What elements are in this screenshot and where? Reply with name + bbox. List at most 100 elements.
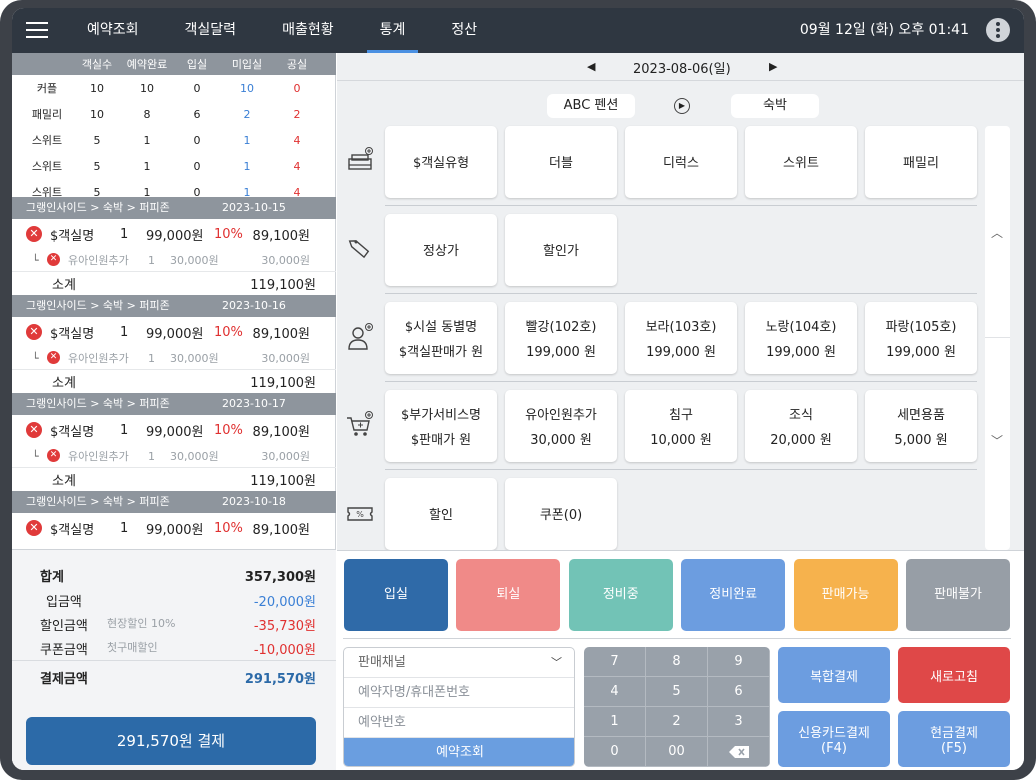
room-tile[interactable]: 파랑(105호) 199,000 원 [865, 302, 977, 374]
room-type-tile[interactable]: 스위트 [745, 126, 857, 198]
service-tile[interactable]: 세면용품 5,000 원 [865, 390, 977, 462]
summary-cell-reserved: 1 [143, 159, 151, 173]
control-area: 입실 퇴실 정비중 정비완료 판매가능 판매불가 판매채널 ﹀ 예약자명/휴대폰번호 예약… [337, 550, 1024, 770]
product-panel: ◀ 2023-08-06(일) ▶ ABC 펜션 ▶ 숙박 % $객실유형 더블… [337, 53, 1024, 550]
switch-arrow-icon[interactable]: ▶ [674, 98, 690, 114]
summary-cell-checkin: 0 [193, 185, 201, 198]
stay-type-selector[interactable]: 숙박 [731, 94, 819, 118]
chevron-down-icon: ﹀ [551, 656, 562, 669]
available-button[interactable]: 판매가능 [793, 559, 898, 631]
room-type-tile[interactable]: 디럭스 [625, 126, 737, 198]
cash-payment-button[interactable]: 현금결제 (F5) [898, 711, 1010, 767]
prev-date-icon[interactable]: ◀ [587, 60, 595, 73]
cleaning-done-button[interactable]: 정비완료 [681, 559, 786, 631]
service-tile[interactable]: 유아인원추가 30,000 원 [505, 390, 617, 462]
summary-cell-rooms: 5 [93, 185, 101, 198]
summary-cell-pending: 1 [243, 185, 251, 198]
left-panel: 객실수 예약완료 입실 미입실 공실 커플 10 10 0 10 0 패밀리 10 8 6 2 2 스위… [12, 53, 336, 770]
summary-cell-vacant: 4 [293, 159, 301, 173]
next-date-icon[interactable]: ▶ [769, 60, 777, 73]
numpad-key[interactable]: 3 [708, 707, 770, 737]
nav-room-calendar[interactable]: 객실달력 [172, 8, 250, 53]
property-selector[interactable]: ABC 펜션 [547, 94, 635, 118]
remove-icon[interactable]: ✕ [47, 449, 60, 462]
cleaning-button[interactable]: 정비중 [568, 559, 673, 631]
date-navigator: ◀ 2023-08-06(일) ▶ [337, 53, 1024, 81]
name-phone-input[interactable]: 예약자명/휴대폰번호 [344, 678, 574, 708]
numpad-key[interactable]: 7 [584, 647, 646, 677]
service-tile[interactable]: 조식 20,000 원 [745, 390, 857, 462]
room-tile[interactable]: 노랑(104호) 199,000 원 [745, 302, 857, 374]
hamburger-icon[interactable] [26, 22, 48, 38]
room-tile[interactable]: $시설 동별명 $객실판매가 원 [385, 302, 497, 374]
reservation-search-form: 판매채널 ﹀ 예약자명/휴대폰번호 예약번호 예약조회 [343, 647, 575, 767]
room-type-tile[interactable]: $객실유형 [385, 126, 497, 198]
reservation-subtotal: 소계 119,100원 [12, 271, 336, 295]
backspace-icon[interactable] [708, 737, 770, 767]
remove-icon[interactable]: ✕ [26, 324, 42, 340]
refresh-button[interactable]: 새로고침 [898, 647, 1010, 703]
checkin-button[interactable]: 입실 [344, 559, 448, 631]
nav-reservations[interactable]: 예약조회 [74, 8, 152, 53]
room-type-tile[interactable]: 패밀리 [865, 126, 977, 198]
room-tile[interactable]: 보라(103호) 199,000 원 [625, 302, 737, 374]
price-tile[interactable]: 정상가 [385, 214, 497, 286]
nav-sales[interactable]: 매출현황 [269, 8, 347, 53]
coupon-icon: % [347, 507, 373, 521]
more-vertical-icon[interactable] [986, 18, 1010, 42]
numpad-key[interactable]: 4 [584, 677, 646, 707]
numpad-key[interactable]: 6 [708, 677, 770, 707]
clock: 09월 12일 (화) 오후 01:41 [799, 22, 969, 38]
price-tag-icon [348, 240, 370, 259]
numpad-key[interactable]: 00 [646, 737, 708, 767]
remove-icon[interactable]: ✕ [26, 520, 42, 536]
bed-add-icon [348, 147, 373, 170]
summary-cell-pending: 1 [243, 133, 251, 147]
summary-cell-vacant: 4 [293, 133, 301, 147]
device-frame: 예약조회 객실달력 매출현황 통계 정산 09월 12일 (화) 오후 01:4… [0, 0, 1036, 780]
summary-cell-rooms: 10 [90, 107, 104, 121]
nav-settlement[interactable]: 정산 [438, 8, 490, 53]
unavailable-button[interactable]: 판매불가 [906, 559, 1010, 631]
summary-row: 스위트 5 1 0 1 4 [12, 153, 336, 179]
reservation-date: 2023-10-16 [222, 299, 286, 312]
numpad-key[interactable]: 8 [646, 647, 708, 677]
service-tile[interactable]: $부가서비스명 $판매가 원 [385, 390, 497, 462]
nav-statistics[interactable]: 통계 [366, 8, 419, 53]
app-screen: 예약조회 객실달력 매출현황 통계 정산 09월 12일 (화) 오후 01:4… [12, 8, 1024, 770]
numpad-key[interactable]: 1 [584, 707, 646, 737]
remove-icon[interactable]: ✕ [47, 253, 60, 266]
numpad-key[interactable]: 5 [646, 677, 708, 707]
reservation-search-button[interactable]: 예약조회 [344, 738, 574, 766]
numpad-key[interactable]: 9 [708, 647, 770, 677]
room-tile[interactable]: 빨강(102호) 199,000 원 [505, 302, 617, 374]
sales-channel-select[interactable]: 판매채널 ﹀ [344, 648, 574, 678]
scroll-down-icon[interactable]: ﹀ [991, 432, 1003, 449]
price-tile[interactable]: 할인가 [505, 214, 617, 286]
remove-icon[interactable]: ✕ [26, 422, 42, 438]
product-scrollbar[interactable]: ︿ ﹀ [985, 126, 1010, 550]
summary-row: 스위트 5 1 0 1 4 [12, 127, 336, 153]
pay-button[interactable]: 291,570원 결제 [26, 717, 316, 765]
remove-icon[interactable]: ✕ [47, 351, 60, 364]
reservation-extra-item: └ ✕ 유아인원추가 1 30,000원 30,000원 [32, 351, 310, 365]
room-summary-table: 객실수 예약완료 입실 미입실 공실 커플 10 10 0 10 0 패밀리 10 8 6 2 2 스위… [12, 53, 336, 197]
numpad-key[interactable]: 0 [584, 737, 646, 767]
remove-icon[interactable]: ✕ [26, 226, 42, 242]
summary-row: 커플 10 10 0 10 0 [12, 75, 336, 101]
reservation-number-input[interactable]: 예약번호 [344, 708, 574, 738]
discount-tile[interactable]: 할인 [385, 478, 497, 550]
summary-cell-vacant: 2 [293, 107, 301, 121]
discount-tile[interactable]: 쿠폰(0) [505, 478, 617, 550]
checkout-button[interactable]: 퇴실 [456, 559, 561, 631]
svg-text:%: % [356, 510, 364, 519]
service-tile[interactable]: 침구 10,000 원 [625, 390, 737, 462]
combined-payment-button[interactable]: 복합결제 [778, 647, 890, 703]
reservation-item: ✕ $객실명 1 99,000원 10% 89,100원 [12, 415, 336, 445]
summary-cell-vacant: 0 [293, 81, 301, 95]
room-type-tile[interactable]: 더블 [505, 126, 617, 198]
scroll-up-icon[interactable]: ︿ [991, 224, 1003, 241]
numpad-key[interactable]: 2 [646, 707, 708, 737]
reservation-list: 그랭인사이드 > 숙박 > 퍼피존 2023-10-15 ✕ $객실명 1 99,000원… [12, 197, 336, 549]
credit-card-payment-button[interactable]: 신용카드결제 (F4) [778, 711, 890, 767]
